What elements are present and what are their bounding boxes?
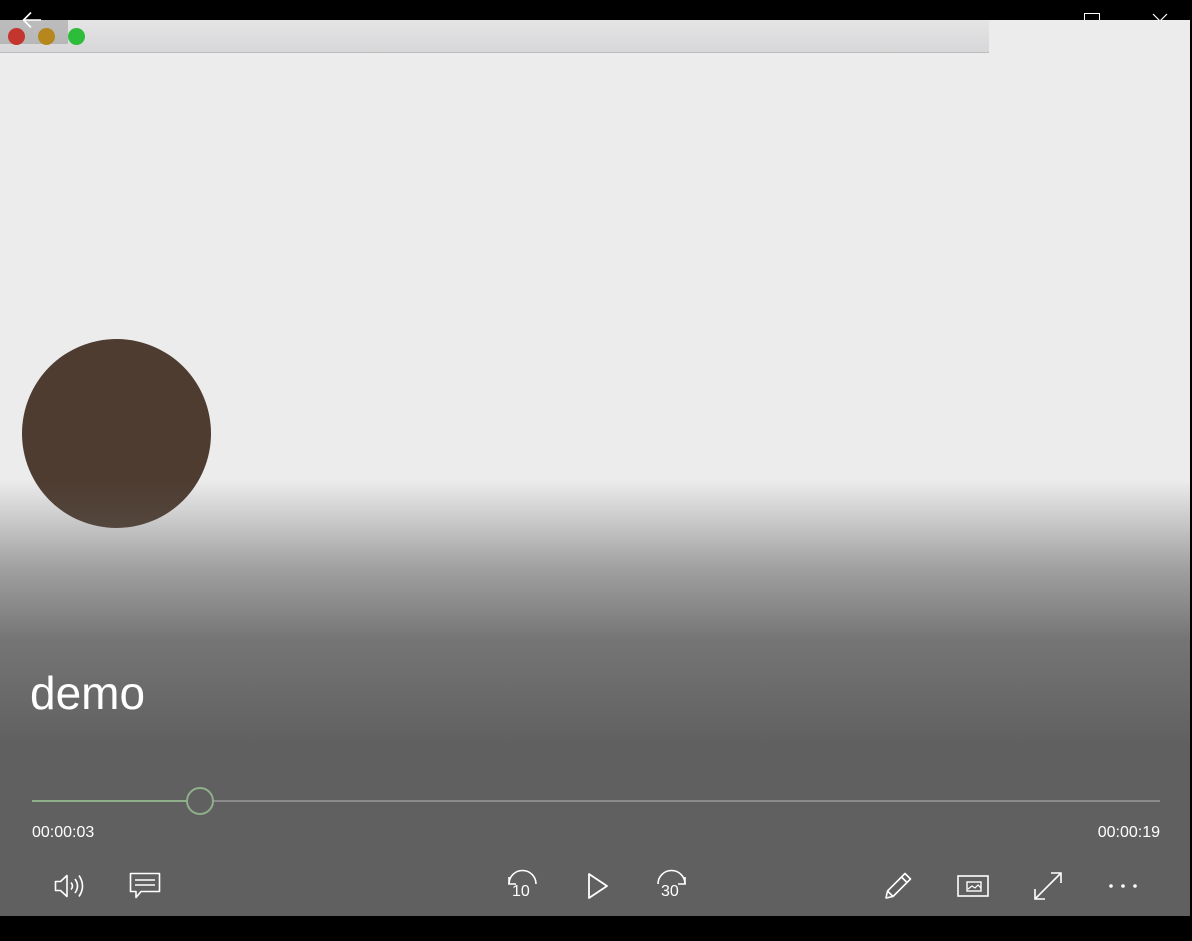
play-icon: [588, 873, 608, 899]
mini-view-icon: [957, 875, 989, 897]
total-time: 00:00:19: [1097, 824, 1160, 841]
maximize-light[interactable]: [68, 28, 85, 45]
volume-button[interactable]: [50, 866, 90, 906]
play-button[interactable]: [578, 866, 618, 906]
seek-thumb[interactable]: [186, 787, 215, 815]
forward-seconds-label: 30: [661, 883, 679, 900]
back-arrow-icon: [22, 11, 41, 29]
mini-view-button[interactable]: [953, 866, 993, 906]
fullscreen-icon: [1034, 872, 1062, 900]
edit-button[interactable]: [878, 866, 918, 906]
rewind-seconds-label: 10: [512, 883, 530, 900]
current-time: 00:00:03: [32, 824, 95, 841]
seek-progress: [32, 800, 201, 802]
video-title: demo: [30, 667, 146, 719]
video-window: [0, 20, 1190, 916]
embedded-titlebar: [0, 20, 989, 53]
back-button[interactable]: [12, 4, 52, 36]
more-icon: [1109, 884, 1137, 888]
fullscreen-button[interactable]: [1028, 866, 1068, 906]
seek-bar[interactable]: [32, 787, 1160, 815]
window-bottom-border: [0, 916, 1192, 941]
rewind-button[interactable]: 10: [502, 866, 542, 906]
controls-overlay: [0, 480, 1190, 916]
forward-button[interactable]: 30: [652, 866, 692, 906]
edit-icon: [885, 872, 912, 899]
more-button[interactable]: [1103, 866, 1143, 906]
subtitles-button[interactable]: [125, 866, 165, 906]
volume-icon: [54, 874, 84, 898]
subtitles-icon: [129, 872, 161, 899]
